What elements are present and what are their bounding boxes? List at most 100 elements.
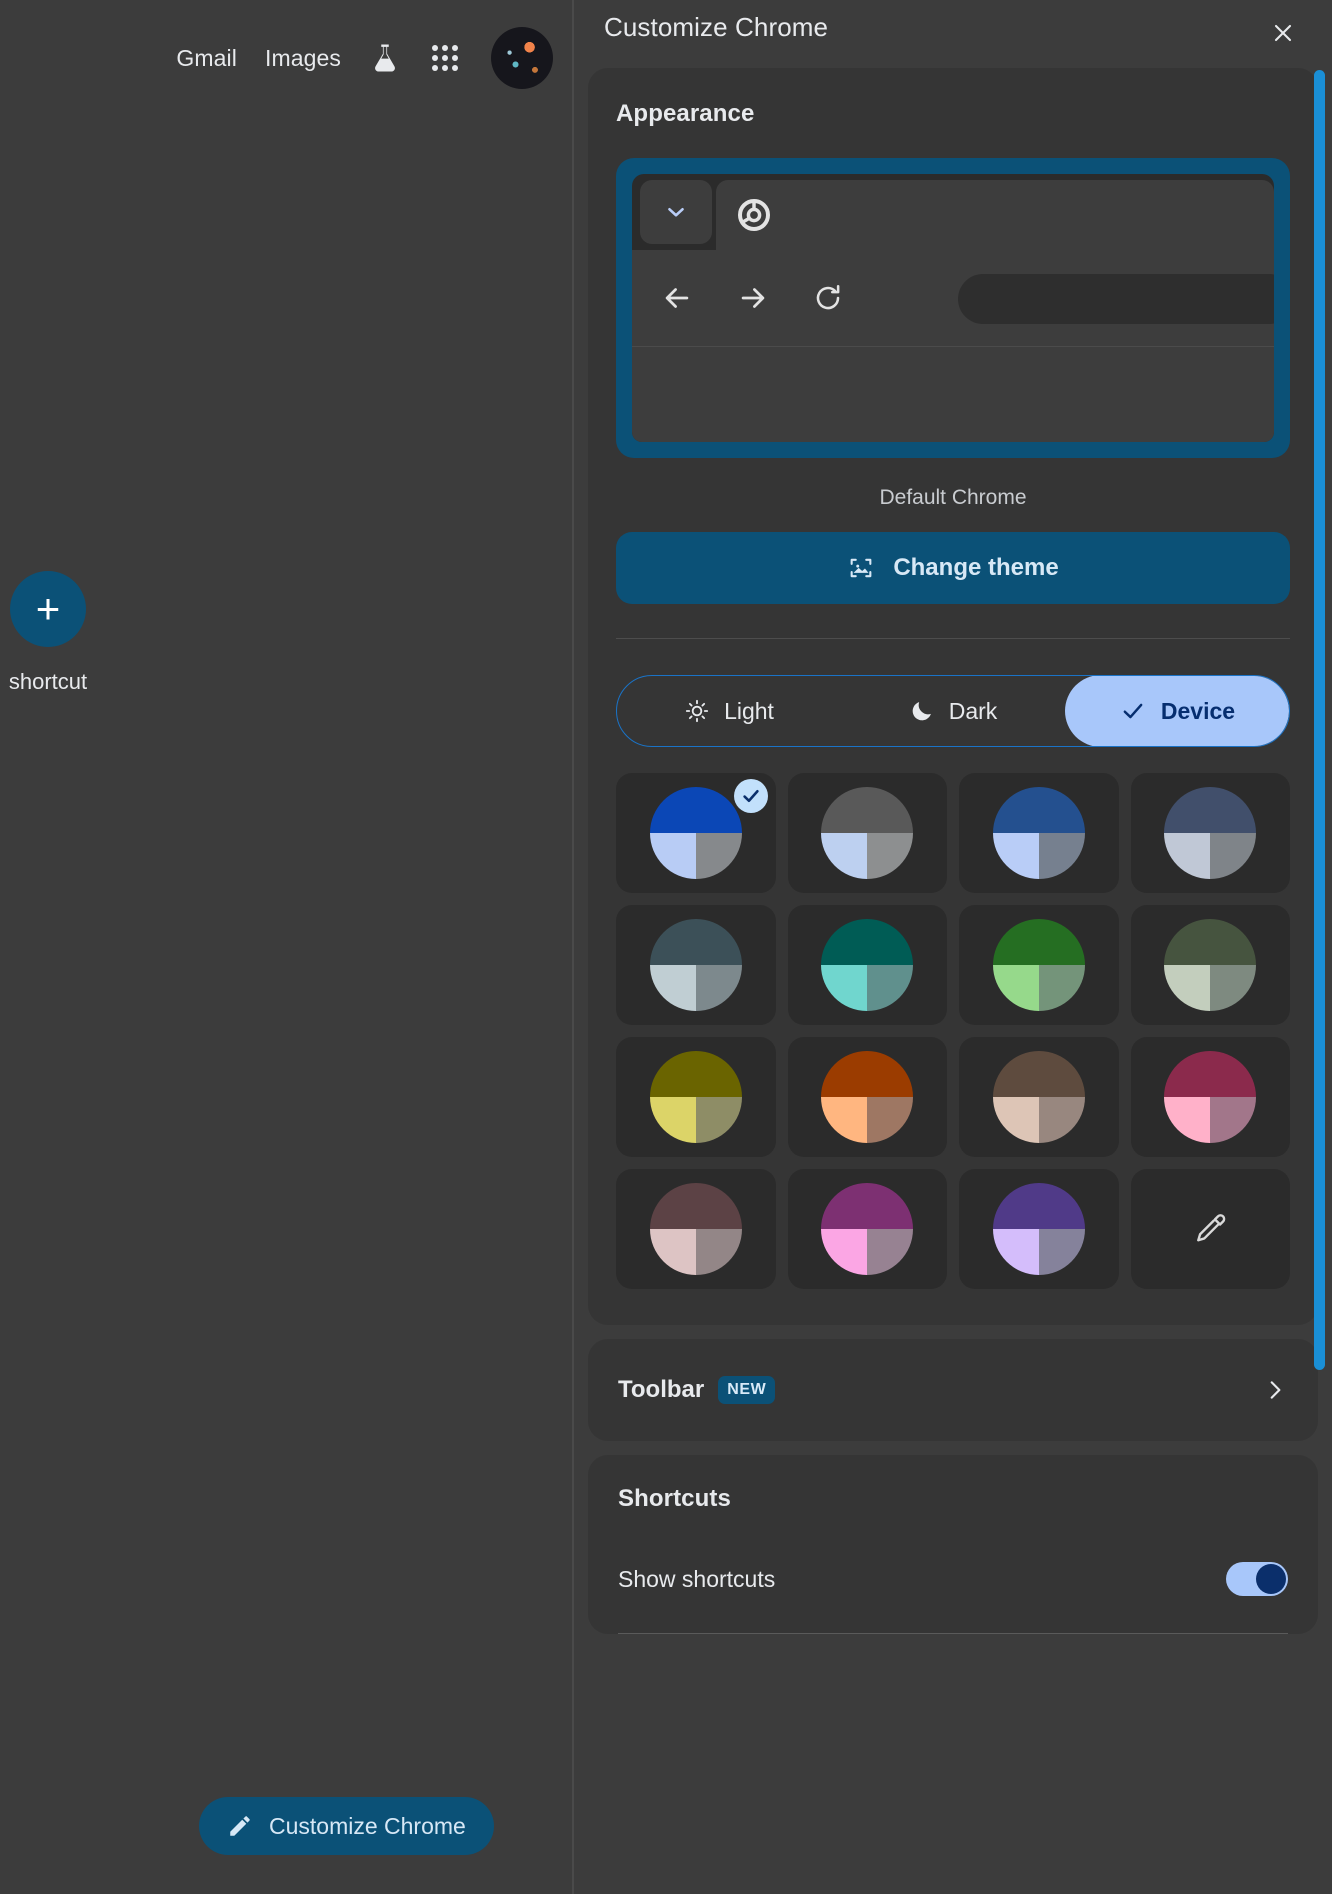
color-swatch-olive-green[interactable] <box>1131 905 1291 1025</box>
browser-window: Gmail Images + shortcut <box>0 0 1332 1894</box>
show-shortcuts-row: Show shortcuts <box>618 1531 1288 1627</box>
add-shortcut-label: shortcut <box>9 669 87 695</box>
mode-option-light-label: Light <box>724 698 774 725</box>
preview-omnibox <box>958 274 1274 324</box>
panel-scrollbar[interactable] <box>1312 70 1326 1830</box>
change-theme-label: Change theme <box>893 554 1058 582</box>
color-swatch-purple[interactable] <box>959 1169 1119 1289</box>
appearance-heading: Appearance <box>616 100 1290 128</box>
swatch-circle <box>650 787 742 879</box>
customize-chrome-button[interactable]: Customize Chrome <box>199 1797 494 1855</box>
gmail-link[interactable]: Gmail <box>162 39 251 78</box>
mode-option-dark[interactable]: Dark <box>841 675 1065 747</box>
mode-option-device-label: Device <box>1161 698 1235 725</box>
appearance-card: Appearance <box>588 68 1318 1325</box>
color-swatch-grey[interactable] <box>788 773 948 893</box>
swatch-primary-color <box>650 1183 742 1229</box>
swatch-circle <box>821 1051 913 1143</box>
images-link[interactable]: Images <box>251 39 355 78</box>
swatch-secondary-color <box>821 1097 867 1143</box>
swatch-secondary-color <box>993 1229 1039 1275</box>
color-swatch-slate-blue[interactable] <box>1131 773 1291 893</box>
swatch-tertiary-color <box>867 1097 913 1143</box>
swatch-tertiary-color <box>1039 1097 1085 1143</box>
swatch-circle <box>821 919 913 1011</box>
swatch-secondary-color <box>650 1097 696 1143</box>
back-arrow-icon <box>660 281 694 315</box>
theme-name: Default Chrome <box>616 486 1290 510</box>
add-shortcut-button[interactable]: + <box>10 571 86 647</box>
swatch-primary-color <box>821 787 913 833</box>
divider <box>618 1633 1288 1634</box>
color-swatch-crimson-pink[interactable] <box>1131 1037 1291 1157</box>
forward-arrow-icon <box>736 281 770 315</box>
shortcuts-card: Shortcuts Show shortcuts <box>588 1455 1318 1634</box>
color-swatch-custom-color[interactable] <box>1131 1169 1291 1289</box>
swatch-secondary-color <box>650 1229 696 1275</box>
swatch-tertiary-color <box>867 1229 913 1275</box>
swatch-tertiary-color <box>696 1229 742 1275</box>
swatch-secondary-color <box>650 965 696 1011</box>
change-theme-button[interactable]: Change theme <box>616 532 1290 604</box>
swatch-primary-color <box>993 919 1085 965</box>
swatch-tertiary-color <box>696 833 742 879</box>
swatch-circle <box>821 1183 913 1275</box>
panel-scroll-container[interactable]: Appearance <box>588 68 1318 1894</box>
color-swatch-green[interactable] <box>959 905 1119 1025</box>
color-swatch-rose-taupe[interactable] <box>616 1169 776 1289</box>
color-swatch-steel-teal[interactable] <box>616 905 776 1025</box>
moon-icon <box>909 698 935 724</box>
add-shortcut-tile[interactable]: + shortcut <box>0 571 128 695</box>
theme-preview[interactable] <box>616 158 1290 458</box>
color-swatch-teal[interactable] <box>788 905 948 1025</box>
swatch-secondary-color <box>993 965 1039 1011</box>
swatch-tertiary-color <box>1210 1097 1256 1143</box>
toolbar-row[interactable]: Toolbar NEW <box>588 1339 1318 1441</box>
preview-page-content <box>632 346 1274 442</box>
preview-tab <box>716 180 1274 250</box>
color-swatch-grid <box>616 773 1290 1289</box>
swatch-secondary-color <box>821 965 867 1011</box>
swatch-circle <box>650 1183 742 1275</box>
swatch-primary-color <box>821 919 913 965</box>
swatch-selected-check-icon <box>734 779 768 813</box>
swatch-secondary-color <box>1164 833 1210 879</box>
toggle-knob <box>1256 1564 1286 1594</box>
color-swatch-cobalt[interactable] <box>959 773 1119 893</box>
color-swatch-blue-default[interactable] <box>616 773 776 893</box>
swatch-primary-color <box>1164 919 1256 965</box>
chevron-right-icon <box>1262 1377 1288 1403</box>
mode-option-light[interactable]: Light <box>617 675 841 747</box>
scrollbar-thumb[interactable] <box>1314 70 1325 1370</box>
swatch-tertiary-color <box>867 965 913 1011</box>
profile-avatar[interactable] <box>483 22 555 94</box>
preview-tabstrip <box>632 174 1274 250</box>
mode-option-dark-label: Dark <box>949 698 998 725</box>
customize-chrome-label: Customize Chrome <box>269 1813 466 1840</box>
reload-icon <box>812 282 844 314</box>
swatch-tertiary-color <box>1210 833 1256 879</box>
swatch-primary-color <box>821 1183 913 1229</box>
google-apps-grid-icon[interactable] <box>415 28 475 88</box>
swatch-primary-color <box>1164 787 1256 833</box>
show-shortcuts-toggle[interactable] <box>1226 1562 1288 1596</box>
show-shortcuts-label: Show shortcuts <box>618 1566 775 1593</box>
swatch-tertiary-color <box>867 833 913 879</box>
mode-option-device[interactable]: Device <box>1065 675 1289 747</box>
swatch-secondary-color <box>993 1097 1039 1143</box>
swatch-secondary-color <box>650 833 696 879</box>
close-icon[interactable] <box>1262 12 1304 54</box>
toolbar-row-title: Toolbar <box>618 1376 704 1404</box>
preview-toolbar <box>632 250 1274 346</box>
swatch-circle <box>1164 1051 1256 1143</box>
swatch-circle <box>993 787 1085 879</box>
swatch-secondary-color <box>993 833 1039 879</box>
color-swatch-olive-yellow[interactable] <box>616 1037 776 1157</box>
ntp-top-links: Gmail Images <box>162 22 555 94</box>
color-swatch-magenta[interactable] <box>788 1169 948 1289</box>
color-swatch-brown[interactable] <box>959 1037 1119 1157</box>
swatch-circle <box>993 919 1085 1011</box>
color-swatch-orange[interactable] <box>788 1037 948 1157</box>
labs-flask-icon[interactable] <box>355 28 415 88</box>
sun-icon <box>684 698 710 724</box>
